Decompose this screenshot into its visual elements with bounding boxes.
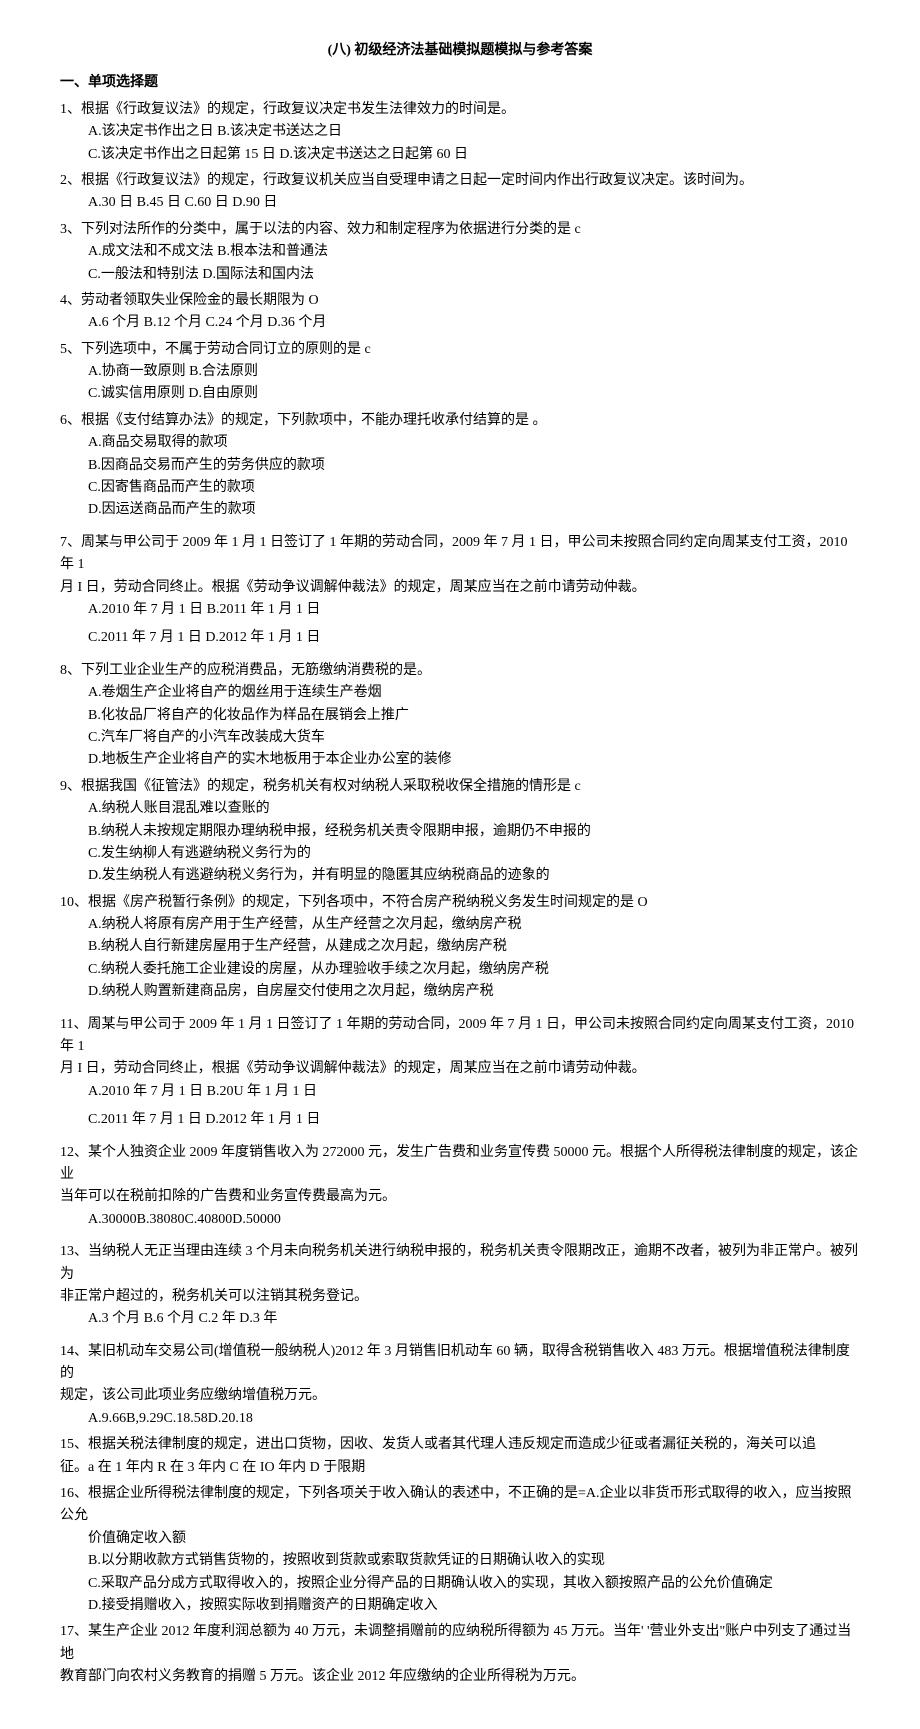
question-option: 价值确定收入额	[60, 1528, 860, 1550]
question-stem-continuation: 月 I 日，劳动合同终止，根据《劳动争议调解仲裁法》的规定，周某应当在之前巾请劳…	[60, 1058, 860, 1080]
question-stem: 12、某个人独资企业 2009 年度销售收入为 272000 元，发生广告费和业…	[60, 1142, 860, 1187]
questions-container: 1、根据《行政复议法》的规定，行政复议决定书发生法律效力的时间是。A.该决定书作…	[60, 99, 860, 1689]
question-option: A.卷烟生产企业将自产的烟丝用于连续生产卷烟	[60, 682, 860, 704]
question-stem: 15、根据关税法律制度的规定，进出口货物，因收、发货人或者其代理人违反规定而造成…	[60, 1434, 860, 1456]
question-stem: 11、周某与甲公司于 2009 年 1 月 1 日签订了 1 年期的劳动合同，2…	[60, 1014, 860, 1059]
question-option: C.诚实信用原则 D.自由原则	[60, 383, 860, 405]
question-option: D.地板生产企业将自产的实木地板用于本企业办公室的装修	[60, 749, 860, 771]
question-option: A.3 个月 B.6 个月 C.2 年 D.3 年	[60, 1308, 860, 1330]
question-17: 17、某生产企业 2012 年度利润总额为 40 万元，未调整捐赠前的应纳税所得…	[60, 1621, 860, 1688]
question-option: C.2011 年 7 月 1 日 D.2012 年 1 月 1 日	[60, 1109, 860, 1131]
question-option: A.该决定书作出之日 B.该决定书送达之日	[60, 121, 860, 143]
question-option: C.一般法和特别法 D.国际法和国内法	[60, 264, 860, 286]
question-stem-continuation: 教育部门向农村义务教育的捐赠 5 万元。该企业 2012 年应缴纳的企业所得税为…	[60, 1666, 860, 1688]
question-4: 4、劳动者领取失业保险金的最长期限为 OA.6 个月 B.12 个月 C.24 …	[60, 290, 860, 335]
question-stem: 5、下列选项中，不属于劳动合同订立的原则的是 c	[60, 339, 860, 361]
question-option: D.接受捐赠收入，按照实际收到捐赠资产的日期确定收入	[60, 1595, 860, 1617]
question-option: D.纳税人购置新建商品房，自房屋交付使用之次月起，缴纳房产税	[60, 981, 860, 1003]
question-2: 2、根据《行政复议法》的规定，行政复议机关应当自受理申请之日起一定时间内作出行政…	[60, 170, 860, 215]
question-option: C.发生纳柳人有逃避纳税义务行为的	[60, 843, 860, 865]
question-1: 1、根据《行政复议法》的规定，行政复议决定书发生法律效力的时间是。A.该决定书作…	[60, 99, 860, 166]
question-option: C.2011 年 7 月 1 日 D.2012 年 1 月 1 日	[60, 627, 860, 649]
question-option: A.30000B.38080C.40800D.50000	[60, 1209, 860, 1231]
question-stem: 7、周某与甲公司于 2009 年 1 月 1 日签订了 1 年期的劳动合同，20…	[60, 532, 860, 577]
question-option: B.因商品交易而产生的劳务供应的款项	[60, 455, 860, 477]
question-option: C.汽车厂将自产的小汽车改装成大货车	[60, 727, 860, 749]
question-stem: 8、下列工业企业生产的应税消费品，无筋缴纳消费税的是。	[60, 660, 860, 682]
section-header: 一、单项选择题	[60, 72, 860, 94]
question-14: 14、某旧机动车交易公司(增值税一般纳税人)2012 年 3 月销售旧机动车 6…	[60, 1341, 860, 1431]
question-6: 6、根据《支付结算办法》的规定，下列款项中，不能办理托收承付结算的是 。A.商品…	[60, 410, 860, 522]
question-option: A.纳税人账目混乱难以查账的	[60, 798, 860, 820]
question-option: A.2010 年 7 月 1 日 B.2011 年 1 月 1 日	[60, 599, 860, 621]
question-option: A.商品交易取得的款项	[60, 432, 860, 454]
question-option: B.以分期收款方式销售货物的，按照收到货款或索取货款凭证的日期确认收入的实现	[60, 1550, 860, 1572]
question-3: 3、下列对法所作的分类中，属于以法的内容、效力和制定程序为依据进行分类的是 cA…	[60, 219, 860, 286]
document-title: (八) 初级经济法基础模拟题模拟与参考答案	[60, 40, 860, 62]
question-stem-continuation: 当年可以在税前扣除的广告费和业务宣传费最高为元。	[60, 1186, 860, 1208]
question-stem: 3、下列对法所作的分类中，属于以法的内容、效力和制定程序为依据进行分类的是 c	[60, 219, 860, 241]
question-stem: 17、某生产企业 2012 年度利润总额为 40 万元，未调整捐赠前的应纳税所得…	[60, 1621, 860, 1666]
question-stem-continuation: 规定，该公司此项业务应缴纳增值税万元。	[60, 1385, 860, 1407]
question-stem: 6、根据《支付结算办法》的规定，下列款项中，不能办理托收承付结算的是 。	[60, 410, 860, 432]
question-stem: 2、根据《行政复议法》的规定，行政复议机关应当自受理申请之日起一定时间内作出行政…	[60, 170, 860, 192]
question-8: 8、下列工业企业生产的应税消费品，无筋缴纳消费税的是。A.卷烟生产企业将自产的烟…	[60, 660, 860, 772]
question-option: A.协商一致原则 B.合法原则	[60, 361, 860, 383]
question-7: 7、周某与甲公司于 2009 年 1 月 1 日签订了 1 年期的劳动合同，20…	[60, 532, 860, 650]
question-stem-continuation: 征。a 在 1 年内 R 在 3 年内 C 在 IO 年内 D 于限期	[60, 1457, 860, 1479]
question-stem: 14、某旧机动车交易公司(增值税一般纳税人)2012 年 3 月销售旧机动车 6…	[60, 1341, 860, 1386]
question-option: A.6 个月 B.12 个月 C.24 个月 D.36 个月	[60, 312, 860, 334]
question-9: 9、根据我国《征管法》的规定，税务机关有权对纳税人采取税收保全措施的情形是 cA…	[60, 776, 860, 888]
question-stem: 10、根据《房产税暂行条例》的规定，下列各项中，不符合房产税纳税义务发生时间规定…	[60, 892, 860, 914]
question-option: A.30 日 B.45 日 C.60 日 D.90 日	[60, 192, 860, 214]
question-option: A.9.66B,9.29C.18.58D.20.18	[60, 1408, 860, 1430]
question-option: A.成文法和不成文法 B.根本法和普通法	[60, 241, 860, 263]
question-option: C.纳税人委托施工企业建设的房屋，从办理验收手续之次月起，缴纳房产税	[60, 959, 860, 981]
question-5: 5、下列选项中，不属于劳动合同订立的原则的是 cA.协商一致原则 B.合法原则C…	[60, 339, 860, 406]
question-11: 11、周某与甲公司于 2009 年 1 月 1 日签订了 1 年期的劳动合同，2…	[60, 1014, 860, 1132]
question-12: 12、某个人独资企业 2009 年度销售收入为 272000 元，发生广告费和业…	[60, 1142, 860, 1232]
question-option: D.因运送商品而产生的款项	[60, 499, 860, 521]
question-option: B.纳税人自行新建房屋用于生产经营，从建成之次月起，缴纳房产税	[60, 936, 860, 958]
question-15: 15、根据关税法律制度的规定，进出口货物，因收、发货人或者其代理人违反规定而造成…	[60, 1434, 860, 1479]
question-option: A.纳税人将原有房产用于生产经营，从生产经营之次月起，缴纳房产税	[60, 914, 860, 936]
question-13: 13、当纳税人无正当理由连续 3 个月未向税务机关进行纳税申报的，税务机关责令限…	[60, 1241, 860, 1331]
question-stem: 9、根据我国《征管法》的规定，税务机关有权对纳税人采取税收保全措施的情形是 c	[60, 776, 860, 798]
question-option: C.该决定书作出之日起第 15 日 D.该决定书送达之日起第 60 日	[60, 144, 860, 166]
question-option: A.2010 年 7 月 1 日 B.20U 年 1 月 1 日	[60, 1081, 860, 1103]
question-option: D.发生纳税人有逃避纳税义务行为，并有明显的隐匿其应纳税商品的迹象的	[60, 865, 860, 887]
question-10: 10、根据《房产税暂行条例》的规定，下列各项中，不符合房产税纳税义务发生时间规定…	[60, 892, 860, 1004]
question-stem-continuation: 月 I 日，劳动合同终止。根据《劳动争议调解仲裁法》的规定，周某应当在之前巾请劳…	[60, 577, 860, 599]
question-16: 16、根据企业所得税法律制度的规定，下列各项关于收入确认的表述中，不正确的是=A…	[60, 1483, 860, 1617]
question-option: B.纳税人未按规定期限办理纳税申报，经税务机关责令限期申报，逾期仍不申报的	[60, 821, 860, 843]
question-option: B.化妆品厂将自产的化妆品作为样品在展销会上推广	[60, 705, 860, 727]
question-stem: 4、劳动者领取失业保险金的最长期限为 O	[60, 290, 860, 312]
question-stem: 16、根据企业所得税法律制度的规定，下列各项关于收入确认的表述中，不正确的是=A…	[60, 1483, 860, 1528]
question-option: C.采取产品分成方式取得收入的，按照企业分得产品的日期确认收入的实现，其收入额按…	[60, 1573, 860, 1595]
question-option: C.因寄售商品而产生的款项	[60, 477, 860, 499]
question-stem-continuation: 非正常户超过的，税务机关可以注销其税务登记。	[60, 1286, 860, 1308]
question-stem: 1、根据《行政复议法》的规定，行政复议决定书发生法律效力的时间是。	[60, 99, 860, 121]
question-stem: 13、当纳税人无正当理由连续 3 个月未向税务机关进行纳税申报的，税务机关责令限…	[60, 1241, 860, 1286]
